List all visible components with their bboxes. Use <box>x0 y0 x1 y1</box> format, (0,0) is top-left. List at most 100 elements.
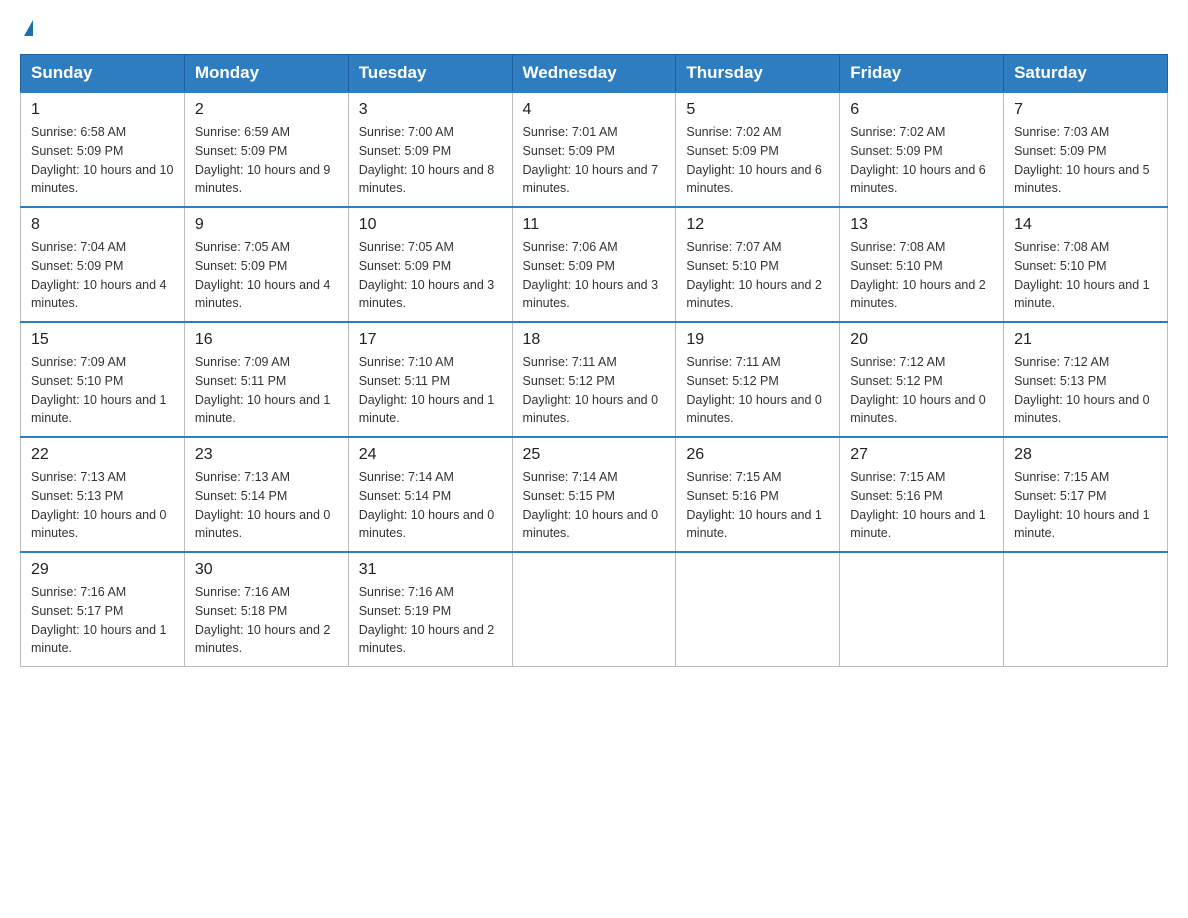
calendar-cell: 3 Sunrise: 7:00 AM Sunset: 5:09 PM Dayli… <box>348 92 512 207</box>
day-number: 4 <box>523 101 666 119</box>
day-number: 19 <box>686 331 829 349</box>
calendar-cell: 12 Sunrise: 7:07 AM Sunset: 5:10 PM Dayl… <box>676 207 840 322</box>
day-info: Sunrise: 7:09 AM Sunset: 5:10 PM Dayligh… <box>31 353 174 428</box>
header-monday: Monday <box>184 55 348 93</box>
calendar-cell: 5 Sunrise: 7:02 AM Sunset: 5:09 PM Dayli… <box>676 92 840 207</box>
day-number: 15 <box>31 331 174 349</box>
calendar-cell: 7 Sunrise: 7:03 AM Sunset: 5:09 PM Dayli… <box>1004 92 1168 207</box>
day-number: 29 <box>31 561 174 579</box>
day-info: Sunrise: 7:12 AM Sunset: 5:12 PM Dayligh… <box>850 353 993 428</box>
day-number: 24 <box>359 446 502 464</box>
header-thursday: Thursday <box>676 55 840 93</box>
day-info: Sunrise: 7:09 AM Sunset: 5:11 PM Dayligh… <box>195 353 338 428</box>
calendar-cell: 30 Sunrise: 7:16 AM Sunset: 5:18 PM Dayl… <box>184 552 348 667</box>
day-info: Sunrise: 7:02 AM Sunset: 5:09 PM Dayligh… <box>686 123 829 198</box>
calendar-cell: 21 Sunrise: 7:12 AM Sunset: 5:13 PM Dayl… <box>1004 322 1168 437</box>
logo-triangle-icon <box>24 20 33 36</box>
calendar-table: SundayMondayTuesdayWednesdayThursdayFrid… <box>20 54 1168 667</box>
day-info: Sunrise: 7:06 AM Sunset: 5:09 PM Dayligh… <box>523 238 666 313</box>
header-friday: Friday <box>840 55 1004 93</box>
day-info: Sunrise: 6:58 AM Sunset: 5:09 PM Dayligh… <box>31 123 174 198</box>
calendar-cell: 14 Sunrise: 7:08 AM Sunset: 5:10 PM Dayl… <box>1004 207 1168 322</box>
day-number: 26 <box>686 446 829 464</box>
day-number: 7 <box>1014 101 1157 119</box>
day-info: Sunrise: 7:14 AM Sunset: 5:14 PM Dayligh… <box>359 468 502 543</box>
calendar-header-row: SundayMondayTuesdayWednesdayThursdayFrid… <box>21 55 1168 93</box>
calendar-cell: 24 Sunrise: 7:14 AM Sunset: 5:14 PM Dayl… <box>348 437 512 552</box>
day-number: 1 <box>31 101 174 119</box>
day-number: 23 <box>195 446 338 464</box>
calendar-week-3: 15 Sunrise: 7:09 AM Sunset: 5:10 PM Dayl… <box>21 322 1168 437</box>
calendar-cell: 16 Sunrise: 7:09 AM Sunset: 5:11 PM Dayl… <box>184 322 348 437</box>
day-info: Sunrise: 7:05 AM Sunset: 5:09 PM Dayligh… <box>195 238 338 313</box>
header-wednesday: Wednesday <box>512 55 676 93</box>
day-number: 2 <box>195 101 338 119</box>
day-info: Sunrise: 7:04 AM Sunset: 5:09 PM Dayligh… <box>31 238 174 313</box>
day-info: Sunrise: 7:16 AM Sunset: 5:18 PM Dayligh… <box>195 583 338 658</box>
day-info: Sunrise: 7:12 AM Sunset: 5:13 PM Dayligh… <box>1014 353 1157 428</box>
day-number: 27 <box>850 446 993 464</box>
day-number: 12 <box>686 216 829 234</box>
calendar-cell: 11 Sunrise: 7:06 AM Sunset: 5:09 PM Dayl… <box>512 207 676 322</box>
day-info: Sunrise: 7:02 AM Sunset: 5:09 PM Dayligh… <box>850 123 993 198</box>
calendar-cell: 28 Sunrise: 7:15 AM Sunset: 5:17 PM Dayl… <box>1004 437 1168 552</box>
day-number: 9 <box>195 216 338 234</box>
day-number: 16 <box>195 331 338 349</box>
day-number: 11 <box>523 216 666 234</box>
logo <box>20 20 33 38</box>
calendar-cell: 23 Sunrise: 7:13 AM Sunset: 5:14 PM Dayl… <box>184 437 348 552</box>
day-number: 20 <box>850 331 993 349</box>
day-number: 5 <box>686 101 829 119</box>
calendar-week-1: 1 Sunrise: 6:58 AM Sunset: 5:09 PM Dayli… <box>21 92 1168 207</box>
day-info: Sunrise: 7:08 AM Sunset: 5:10 PM Dayligh… <box>850 238 993 313</box>
day-info: Sunrise: 7:16 AM Sunset: 5:17 PM Dayligh… <box>31 583 174 658</box>
calendar-cell: 10 Sunrise: 7:05 AM Sunset: 5:09 PM Dayl… <box>348 207 512 322</box>
calendar-week-4: 22 Sunrise: 7:13 AM Sunset: 5:13 PM Dayl… <box>21 437 1168 552</box>
calendar-cell: 13 Sunrise: 7:08 AM Sunset: 5:10 PM Dayl… <box>840 207 1004 322</box>
day-number: 25 <box>523 446 666 464</box>
day-number: 10 <box>359 216 502 234</box>
calendar-cell: 6 Sunrise: 7:02 AM Sunset: 5:09 PM Dayli… <box>840 92 1004 207</box>
calendar-cell <box>512 552 676 667</box>
day-number: 22 <box>31 446 174 464</box>
calendar-cell: 20 Sunrise: 7:12 AM Sunset: 5:12 PM Dayl… <box>840 322 1004 437</box>
day-info: Sunrise: 7:01 AM Sunset: 5:09 PM Dayligh… <box>523 123 666 198</box>
day-number: 3 <box>359 101 502 119</box>
calendar-cell: 31 Sunrise: 7:16 AM Sunset: 5:19 PM Dayl… <box>348 552 512 667</box>
calendar-cell: 15 Sunrise: 7:09 AM Sunset: 5:10 PM Dayl… <box>21 322 185 437</box>
day-info: Sunrise: 7:08 AM Sunset: 5:10 PM Dayligh… <box>1014 238 1157 313</box>
calendar-cell: 22 Sunrise: 7:13 AM Sunset: 5:13 PM Dayl… <box>21 437 185 552</box>
day-number: 6 <box>850 101 993 119</box>
calendar-cell: 2 Sunrise: 6:59 AM Sunset: 5:09 PM Dayli… <box>184 92 348 207</box>
calendar-cell: 29 Sunrise: 7:16 AM Sunset: 5:17 PM Dayl… <box>21 552 185 667</box>
header-sunday: Sunday <box>21 55 185 93</box>
day-number: 17 <box>359 331 502 349</box>
calendar-cell: 18 Sunrise: 7:11 AM Sunset: 5:12 PM Dayl… <box>512 322 676 437</box>
day-info: Sunrise: 7:11 AM Sunset: 5:12 PM Dayligh… <box>686 353 829 428</box>
day-info: Sunrise: 7:10 AM Sunset: 5:11 PM Dayligh… <box>359 353 502 428</box>
calendar-cell: 26 Sunrise: 7:15 AM Sunset: 5:16 PM Dayl… <box>676 437 840 552</box>
day-number: 28 <box>1014 446 1157 464</box>
day-info: Sunrise: 7:11 AM Sunset: 5:12 PM Dayligh… <box>523 353 666 428</box>
day-info: Sunrise: 7:07 AM Sunset: 5:10 PM Dayligh… <box>686 238 829 313</box>
day-number: 18 <box>523 331 666 349</box>
day-info: Sunrise: 7:13 AM Sunset: 5:13 PM Dayligh… <box>31 468 174 543</box>
day-info: Sunrise: 7:16 AM Sunset: 5:19 PM Dayligh… <box>359 583 502 658</box>
header-saturday: Saturday <box>1004 55 1168 93</box>
calendar-cell: 17 Sunrise: 7:10 AM Sunset: 5:11 PM Dayl… <box>348 322 512 437</box>
day-number: 13 <box>850 216 993 234</box>
calendar-week-2: 8 Sunrise: 7:04 AM Sunset: 5:09 PM Dayli… <box>21 207 1168 322</box>
calendar-cell <box>840 552 1004 667</box>
page-header <box>20 20 1168 38</box>
day-info: Sunrise: 6:59 AM Sunset: 5:09 PM Dayligh… <box>195 123 338 198</box>
day-info: Sunrise: 7:15 AM Sunset: 5:17 PM Dayligh… <box>1014 468 1157 543</box>
day-number: 8 <box>31 216 174 234</box>
calendar-cell <box>676 552 840 667</box>
day-number: 30 <box>195 561 338 579</box>
calendar-cell: 27 Sunrise: 7:15 AM Sunset: 5:16 PM Dayl… <box>840 437 1004 552</box>
day-info: Sunrise: 7:03 AM Sunset: 5:09 PM Dayligh… <box>1014 123 1157 198</box>
calendar-cell: 19 Sunrise: 7:11 AM Sunset: 5:12 PM Dayl… <box>676 322 840 437</box>
calendar-week-5: 29 Sunrise: 7:16 AM Sunset: 5:17 PM Dayl… <box>21 552 1168 667</box>
day-info: Sunrise: 7:00 AM Sunset: 5:09 PM Dayligh… <box>359 123 502 198</box>
day-number: 21 <box>1014 331 1157 349</box>
